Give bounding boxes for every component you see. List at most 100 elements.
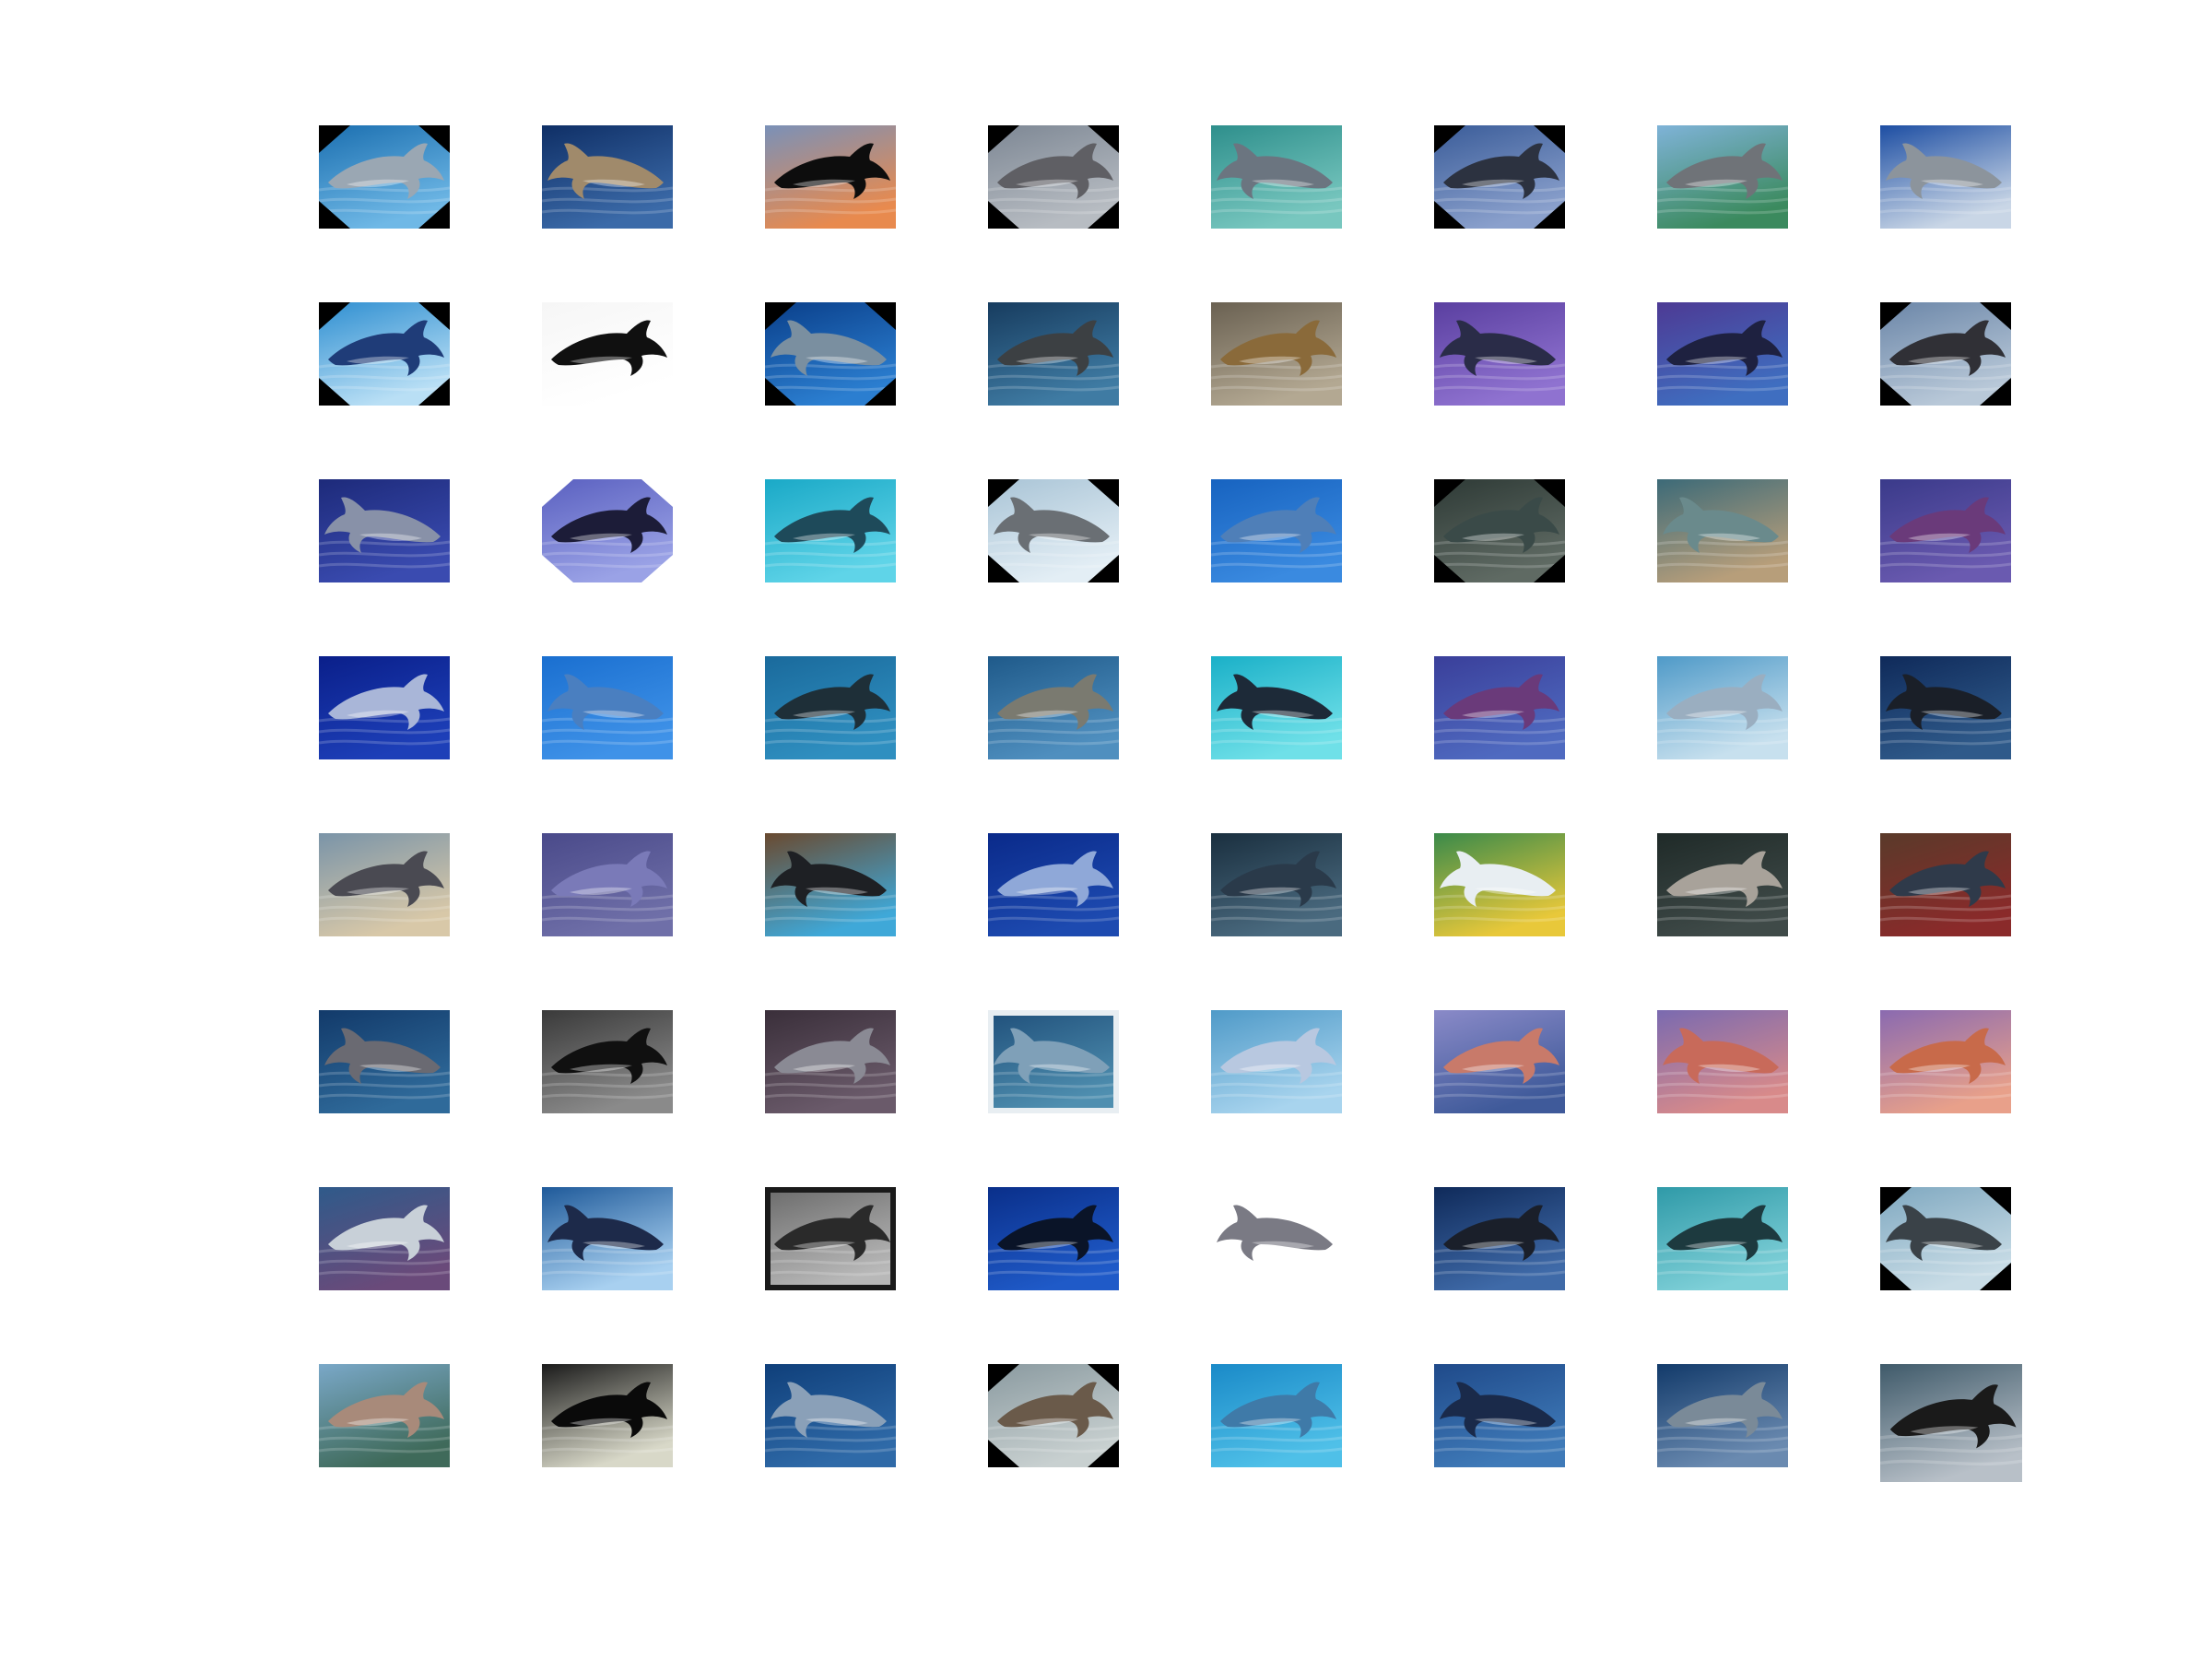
thumbnail-image (1434, 302, 1565, 406)
dolphin-thumbnail (765, 1187, 896, 1290)
thumbnail-image (988, 479, 1119, 582)
dolphin-thumbnail (319, 125, 450, 229)
dolphin-thumbnail (1434, 1010, 1565, 1113)
thumbnail-image (319, 1364, 450, 1467)
thumbnail-image (1434, 479, 1565, 582)
dolphin-thumbnail (988, 1187, 1119, 1290)
thumbnail-image (1657, 479, 1788, 582)
dolphin-thumbnail (1434, 1187, 1565, 1290)
thumbnail-image (765, 833, 896, 936)
dolphin-thumbnail (319, 1187, 450, 1290)
dolphin-thumbnail (319, 833, 450, 936)
dolphin-thumbnail (988, 656, 1119, 759)
dolphin-thumbnail (1657, 302, 1788, 406)
dolphin-thumbnail (1434, 479, 1565, 582)
dolphin-thumbnail (1880, 1010, 2011, 1113)
thumbnail-image (1434, 1010, 1565, 1113)
thumbnail-image (1880, 1364, 2022, 1482)
thumbnail-image (319, 833, 450, 936)
dolphin-thumbnail (765, 302, 896, 406)
thumbnail-image (319, 1010, 450, 1113)
dolphin-thumbnail (1657, 125, 1788, 229)
thumbnail-image (1880, 1187, 2011, 1290)
dolphin-thumbnail (1880, 1364, 2022, 1482)
thumbnail-image (765, 1187, 896, 1290)
thumbnail-image (988, 1364, 1119, 1467)
dolphin-thumbnail (988, 302, 1119, 406)
thumbnail-image (1434, 1187, 1565, 1290)
thumbnail-image (542, 302, 673, 406)
thumbnail-image (1880, 1010, 2011, 1113)
thumbnail-image (319, 656, 450, 759)
dolphin-thumbnail (1211, 833, 1342, 936)
thumbnail-image (988, 302, 1119, 406)
thumbnail-image (988, 656, 1119, 759)
thumbnail-image (1880, 479, 2011, 582)
dolphin-thumbnail (765, 656, 896, 759)
dolphin-thumbnail (988, 1010, 1119, 1113)
dolphin-thumbnail (1211, 656, 1342, 759)
dolphin-thumbnail (1657, 656, 1788, 759)
thumbnail-image (1657, 125, 1788, 229)
thumbnail-image (1211, 833, 1342, 936)
thumbnail-image (542, 125, 673, 229)
thumbnail-image (1657, 833, 1788, 936)
thumbnail-image (1211, 1010, 1342, 1113)
thumbnail-image (319, 125, 450, 229)
dolphin-thumbnail (1880, 479, 2011, 582)
thumbnail-image (1880, 833, 2011, 936)
dolphin-thumbnail (319, 1364, 450, 1467)
thumbnail-image (319, 1187, 450, 1290)
thumbnail-image (988, 125, 1119, 229)
thumbnail-image (1434, 1364, 1565, 1467)
dolphin-thumbnail (542, 302, 673, 406)
dolphin-thumbnail (542, 1187, 673, 1290)
thumbnail-image (765, 125, 896, 229)
dolphin-thumbnail (1880, 833, 2011, 936)
dolphin-thumbnail (1880, 125, 2011, 229)
dolphin-thumbnail (1434, 1364, 1565, 1467)
dolphin-thumbnail (1880, 1187, 2011, 1290)
dolphin-thumbnail (1211, 302, 1342, 406)
thumbnail-image (1657, 656, 1788, 759)
thumbnail-image (542, 1364, 673, 1467)
dolphin-thumbnail (1211, 1364, 1342, 1467)
dolphin-thumbnail (319, 479, 450, 582)
dolphin-thumbnail (988, 479, 1119, 582)
dolphin-thumbnail (542, 125, 673, 229)
thumbnail-image (1211, 656, 1342, 759)
thumbnail-image (542, 656, 673, 759)
dolphin-thumbnail (765, 1364, 896, 1467)
thumbnail-image (765, 479, 896, 582)
dolphin-thumbnail (1211, 125, 1342, 229)
dolphin-thumbnail (542, 833, 673, 936)
thumbnail-image (765, 302, 896, 406)
dolphin-thumbnail (765, 125, 896, 229)
dolphin-thumbnail (1657, 833, 1788, 936)
dolphin-thumbnail (765, 479, 896, 582)
thumbnail-image (1434, 833, 1565, 936)
thumbnail-image (1657, 1010, 1788, 1113)
dolphin-thumbnail (1880, 302, 2011, 406)
thumbnail-image (1880, 125, 2011, 229)
dolphin-thumbnail (1211, 1187, 1342, 1290)
thumbnail-image (542, 479, 673, 582)
thumbnail-image (319, 302, 450, 406)
dolphin-thumbnail (1434, 833, 1565, 936)
thumbnail-image (988, 1187, 1119, 1290)
dolphin-thumbnail (1434, 656, 1565, 759)
thumbnail-image (988, 1010, 1119, 1113)
thumbnail-image (765, 656, 896, 759)
dolphin-thumbnail (1657, 479, 1788, 582)
thumbnail-image (988, 833, 1119, 936)
thumbnail-image (1657, 302, 1788, 406)
thumbnail-image (765, 1364, 896, 1467)
dolphin-thumbnail (1434, 125, 1565, 229)
thumbnail-image (1657, 1364, 1788, 1467)
thumbnail-image (1657, 1187, 1788, 1290)
dolphin-thumbnail (988, 833, 1119, 936)
thumbnail-image (1211, 302, 1342, 406)
dolphin-thumbnail (319, 1010, 450, 1113)
dolphin-thumbnail (319, 656, 450, 759)
dolphin-thumbnail (765, 1010, 896, 1113)
